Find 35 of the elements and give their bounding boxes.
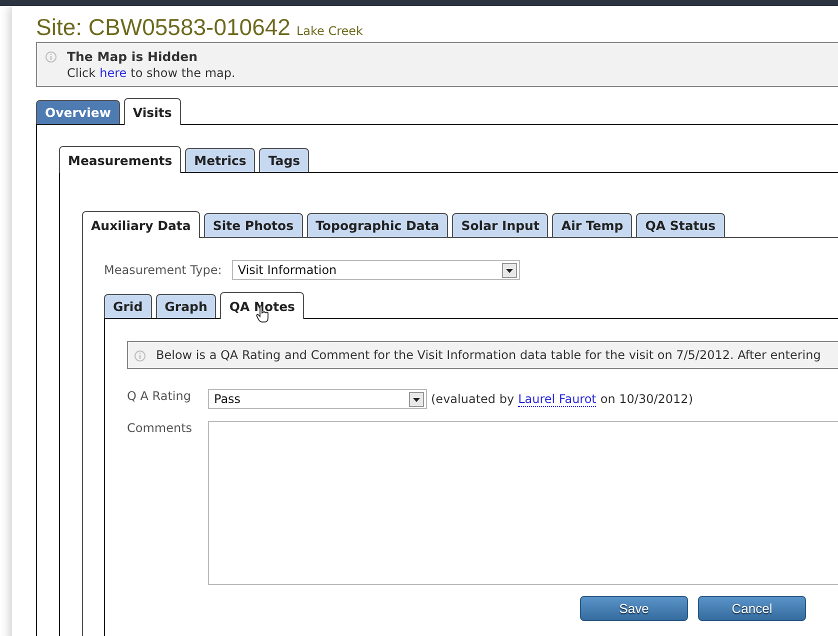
tab[interactable]: Tags — [259, 148, 310, 172]
measurement-type-dropdown[interactable]: Visit Information — [232, 260, 520, 280]
info-icon — [134, 350, 146, 362]
tab[interactable]: Air Temp — [552, 213, 632, 237]
tab[interactable]: Topographic Data — [306, 213, 448, 237]
field-label: Measurement Type: — [104, 263, 222, 277]
tab[interactable]: Visits — [124, 98, 181, 125]
notice-text: to show the map. — [130, 66, 236, 80]
evaluator-link[interactable]: Laurel Faurot — [518, 392, 596, 406]
notice-text: Below is a QA Rating and Comment for the Visit Information data table for the visit on 7/5/2012. After entering — [156, 348, 821, 362]
site-title: Site: CBW05583-010642 — [36, 14, 290, 41]
tab[interactable]: Site Photos — [204, 213, 303, 237]
field-label: Comments — [127, 421, 194, 437]
caret-icon — [502, 262, 517, 278]
site-name: Lake Creek — [296, 24, 363, 38]
tab[interactable]: Overview — [36, 100, 120, 124]
caret-icon — [409, 392, 424, 406]
comments-field[interactable] — [208, 421, 838, 585]
action-button[interactable]: Cancel — [698, 596, 806, 621]
tab[interactable]: Metrics — [185, 148, 256, 172]
qa-rating-dropdown[interactable]: Pass — [208, 389, 427, 409]
field-label: Q A Rating — [127, 389, 192, 405]
notice-text: Click — [67, 66, 96, 80]
notice-title: The Map is Hidden — [67, 49, 198, 64]
tab[interactable]: Measurements — [59, 146, 182, 173]
info-icon — [45, 51, 57, 63]
show-map-link[interactable]: here — [100, 66, 127, 80]
tab[interactable]: Grid — [104, 294, 152, 318]
tab[interactable]: QA Status — [636, 213, 725, 237]
tab[interactable]: Graph — [156, 294, 216, 318]
action-button[interactable]: Save — [580, 596, 688, 621]
tab[interactable]: Solar Input — [452, 213, 548, 237]
evaluated-text: (evaluated by — [431, 392, 514, 406]
tab[interactable]: Auxiliary Data — [82, 211, 200, 238]
evaluated-text: on 10/30/2012) — [600, 392, 693, 406]
